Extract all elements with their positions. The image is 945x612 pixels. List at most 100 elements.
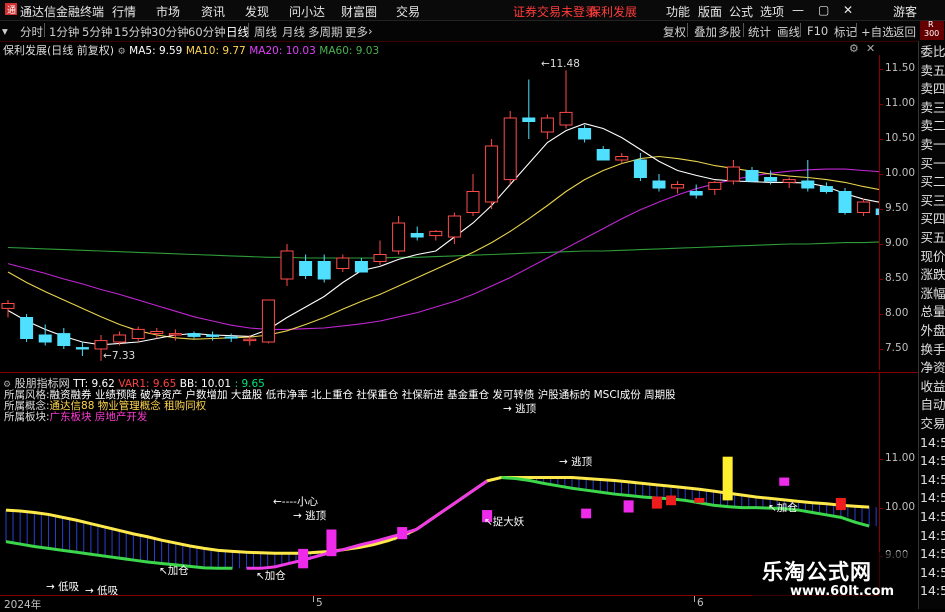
side-panel-label[interactable]: 自动 <box>920 398 945 412</box>
candle-body <box>113 334 127 343</box>
candle-body <box>1 303 15 309</box>
candle-body <box>392 222 406 252</box>
escape-top-label: → 逃顶 <box>503 403 537 415</box>
title-bar: 通 通达信金融终端 行情 市场 资讯 发现 问小达 财富圈 交易 证券交易未登录… <box>0 0 945 21</box>
add-position-right: ↖加仓 <box>768 502 798 514</box>
add-position-left: ↖加仓 <box>159 565 189 577</box>
candle-body <box>671 184 685 189</box>
tool-adjust-rights[interactable]: 复权 <box>663 24 686 40</box>
close-icon[interactable]: ✕ <box>843 3 853 17</box>
menu-wealth-circle[interactable]: 财富圈 <box>341 3 377 20</box>
candle-body <box>652 180 666 189</box>
indicator-chart[interactable] <box>0 430 880 595</box>
corner-badge: R 300 <box>920 20 944 40</box>
candle-body <box>764 177 778 182</box>
corner-badge-r: R <box>928 20 934 29</box>
menu-ask-xiaoda[interactable]: 问小达 <box>289 3 325 20</box>
side-panel-label: 涨幅 <box>920 285 945 301</box>
candle-body <box>633 159 647 178</box>
side-panel-label: 卖五 <box>920 62 945 78</box>
watermark-site-name: 乐淘公式网 <box>762 560 872 584</box>
menu-market[interactable]: 市场 <box>156 3 180 20</box>
candle-body <box>373 254 387 262</box>
chart-close-icon[interactable]: ✕ <box>866 42 875 55</box>
tool-statistics[interactable]: 统计 <box>748 24 771 40</box>
y-tick-label: 7.50 <box>885 342 909 354</box>
chevron-right-icon[interactable]: › <box>368 24 373 38</box>
period-weekly[interactable]: 周线 <box>254 24 277 40</box>
side-panel-label: 现价 <box>920 248 945 264</box>
tool-f10[interactable]: F10 <box>807 24 828 38</box>
candle-body <box>522 117 536 122</box>
side-panel-label: 14:5 <box>920 453 945 469</box>
x-axis-year: 2024年 <box>4 599 42 611</box>
menu-news[interactable]: 资讯 <box>201 3 225 20</box>
menu-discover[interactable]: 发现 <box>245 3 269 20</box>
side-panel-label: 换手 <box>920 341 945 357</box>
x-tick-may <box>313 596 314 602</box>
candle-body <box>75 347 89 350</box>
sector-value: 广东板块 房地产开发 <box>49 411 148 423</box>
x-axis-june: 6 <box>697 597 704 609</box>
y-tick-label: 8.00 <box>885 307 909 319</box>
sub-y-tick-label: 10.00 <box>885 500 916 513</box>
candle-body <box>615 156 629 161</box>
tool-mark[interactable]: 标记 <box>834 24 857 40</box>
maximize-icon[interactable]: ▢ <box>818 3 829 17</box>
escape-high-label: → 逃顶 <box>559 456 593 468</box>
x-tick-june <box>694 596 695 602</box>
guest-label[interactable]: 游客 <box>893 3 917 20</box>
tool-overlay[interactable]: 叠加 <box>694 24 717 40</box>
minimize-icon[interactable]: — <box>792 3 804 17</box>
side-panel-label: 买五 <box>920 230 945 245</box>
login-notice[interactable]: 证券交易未登录 <box>513 3 597 20</box>
svg-text:通: 通 <box>7 5 16 16</box>
period-60min[interactable]: 60分钟 <box>188 24 226 40</box>
y-tick-mark <box>879 69 883 70</box>
period-more[interactable]: 更多 <box>345 24 368 40</box>
y-tick-label: 11.00 <box>885 97 916 109</box>
sub-y-tick-mark <box>879 507 883 509</box>
period-intraday[interactable]: 分时 <box>20 24 43 40</box>
candle-body <box>20 317 34 339</box>
candle-body <box>596 149 610 161</box>
period-multi[interactable]: 多周期 <box>308 24 343 40</box>
menu-market-quotes[interactable]: 行情 <box>112 3 136 20</box>
menu-layout[interactable]: 版面 <box>698 3 722 20</box>
period-monthly[interactable]: 月线 <box>282 24 305 40</box>
period-30min[interactable]: 30分钟 <box>151 24 189 40</box>
watermark-url: www.60lt.com <box>790 584 895 599</box>
y-tick-label: 9.50 <box>885 202 909 214</box>
period-daily[interactable]: 日线 <box>226 24 249 40</box>
tool-add-watchlist[interactable]: +自选 <box>861 24 894 40</box>
menu-formula[interactable]: 公式 <box>729 3 753 20</box>
candle-body <box>168 333 182 336</box>
candle-body <box>299 261 313 276</box>
candle-body <box>708 181 722 190</box>
candle-body <box>150 331 164 335</box>
period-15min[interactable]: 15分钟 <box>114 24 152 40</box>
quote-side-panel: 委比 卖五 卖四 卖三 卖二 卖一 买一 买二 买三 买四 买五 现价 涨跌 涨幅 总量 外盘 换手 净资 收益 自动… <box>918 41 945 609</box>
candle-body <box>410 233 424 238</box>
chart-settings-icon[interactable]: ⚙ <box>849 42 859 55</box>
candle-body <box>224 336 238 339</box>
side-panel-label: 买一 <box>920 155 945 171</box>
side-panel-label[interactable]: 交易 <box>920 417 945 431</box>
menu-trade[interactable]: 交易 <box>396 3 420 20</box>
app-logo-icon: 通 <box>4 2 18 19</box>
signal-bar <box>835 497 846 511</box>
menu-function[interactable]: 功能 <box>666 3 690 20</box>
side-panel-label: 外盘 <box>920 323 945 338</box>
tool-back[interactable]: 返回 <box>893 24 916 40</box>
period-1min[interactable]: 1分钟 <box>49 24 79 40</box>
period-toolbar: ▾ 分时 1分钟 5分钟 15分钟 30分钟 60分钟 日线 周线 月线 多周期… <box>0 20 945 42</box>
candle-body <box>559 111 573 126</box>
chevron-down-icon[interactable]: ▾ <box>2 24 8 38</box>
period-5min[interactable]: 5分钟 <box>82 24 112 40</box>
tool-draw-line[interactable]: 画线 <box>777 24 800 40</box>
candlestick-chart[interactable] <box>0 55 880 370</box>
tool-multi-stock[interactable]: 多股 <box>718 24 741 40</box>
menu-options[interactable]: 选项 <box>760 3 784 20</box>
candle-body <box>503 117 517 181</box>
side-panel-label: 委比 <box>920 44 945 59</box>
